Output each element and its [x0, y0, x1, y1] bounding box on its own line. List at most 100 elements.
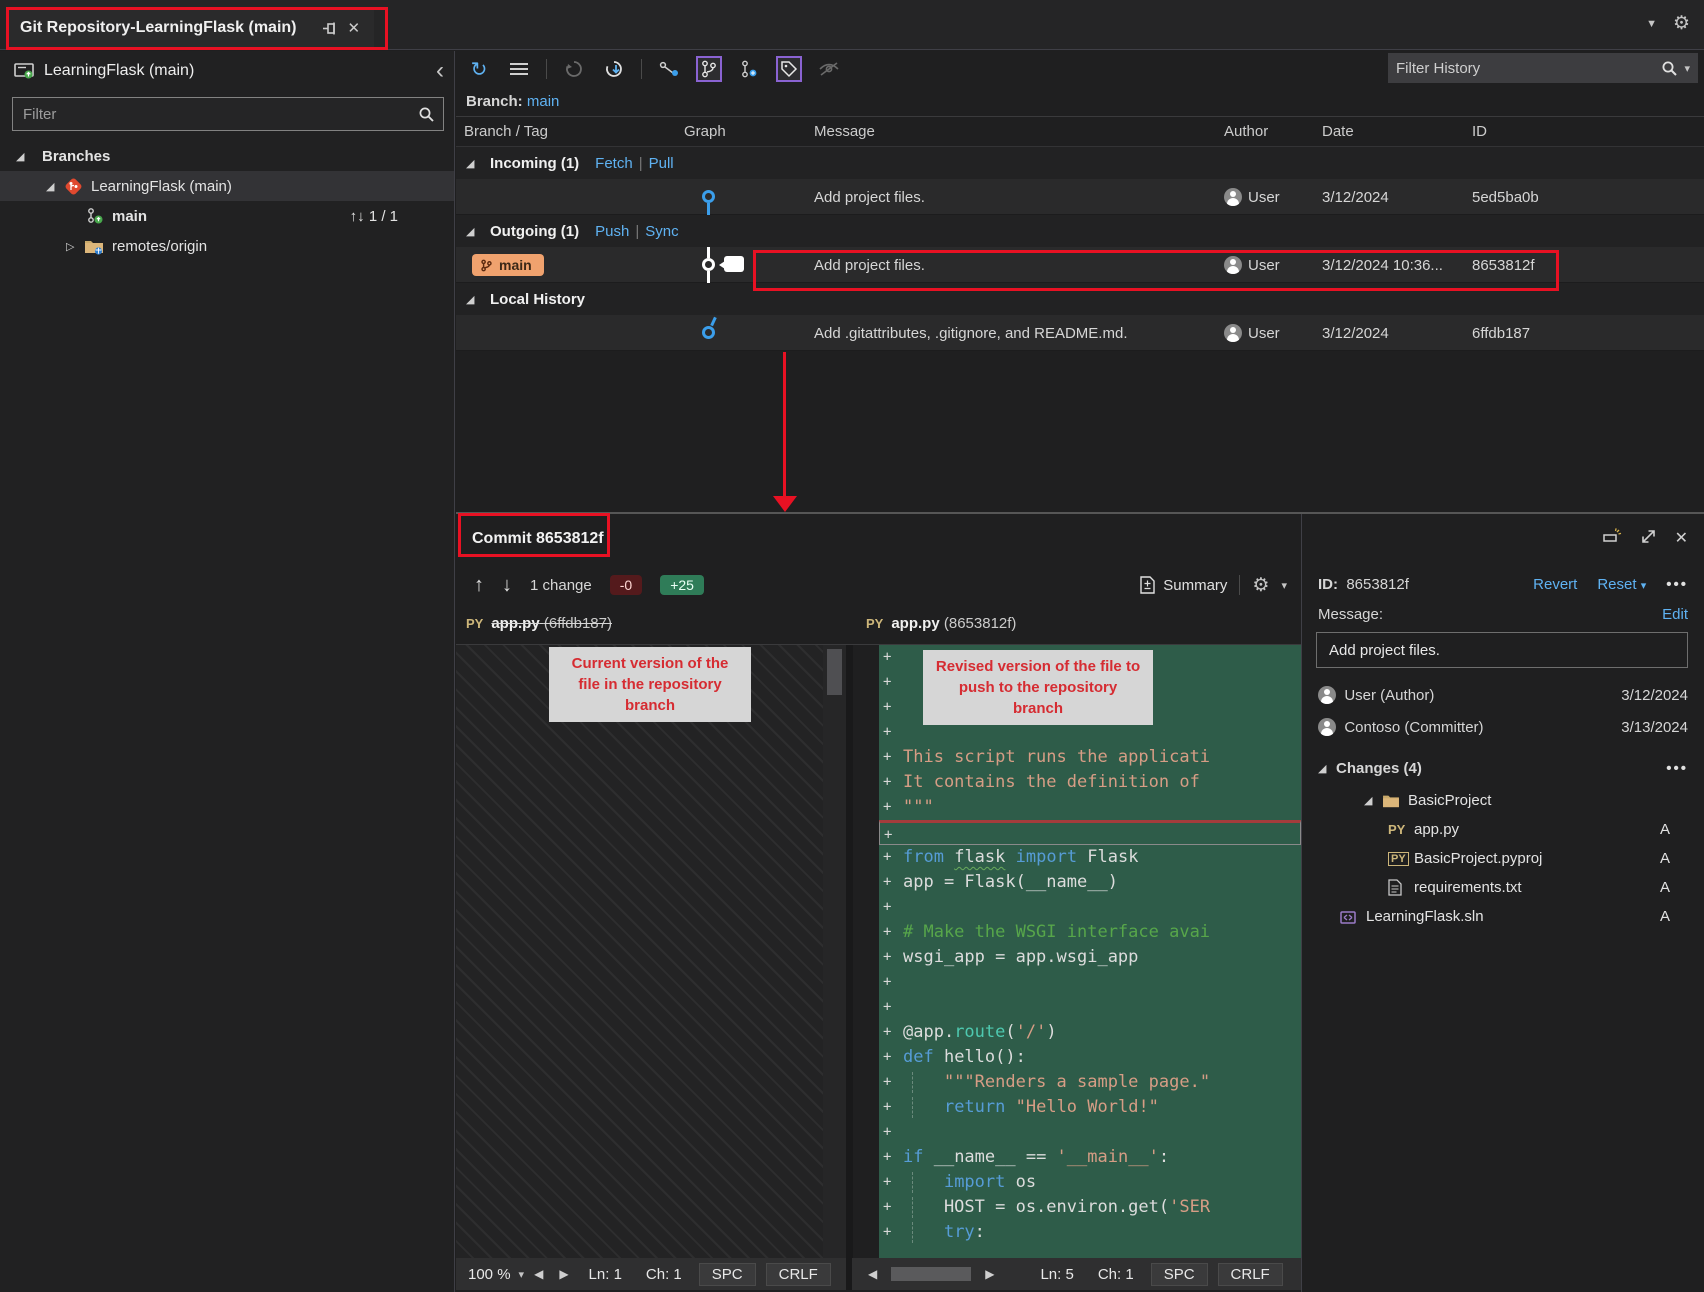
- history-filter-input[interactable]: [1396, 60, 1661, 77]
- more-actions-icon[interactable]: •••: [1666, 576, 1688, 593]
- fetch-icon[interactable]: [561, 56, 587, 82]
- expander-icon[interactable]: ◢: [46, 180, 64, 193]
- scroll-left-icon[interactable]: ◀: [862, 1267, 883, 1281]
- sync-link[interactable]: Sync: [645, 223, 678, 240]
- avatar: [1318, 686, 1336, 704]
- added-line-marker: +: [883, 845, 891, 870]
- code-editor[interactable]: +++++This script runs the applicati+It c…: [879, 645, 1301, 1245]
- reset-link[interactable]: Reset ▾: [1597, 576, 1646, 593]
- gear-icon[interactable]: ⚙: [1673, 12, 1690, 35]
- changed-file-row[interactable]: PYapp.pyA: [1302, 815, 1704, 844]
- zoom-control[interactable]: 100 % ▾: [468, 1266, 524, 1283]
- folder-icon: [1382, 793, 1400, 808]
- graph-cell: [676, 315, 806, 351]
- diff-pane-revised[interactable]: +++++This script runs the applicati+It c…: [853, 645, 1301, 1258]
- changed-file-row[interactable]: LearningFlask.slnA: [1302, 902, 1704, 931]
- expander-icon[interactable]: ◢: [1364, 794, 1382, 807]
- left-pane-scrollbar[interactable]: [823, 645, 846, 1258]
- col-message[interactable]: Message: [806, 123, 1216, 140]
- expander-icon[interactable]: ◢: [466, 225, 484, 238]
- compare-branch-icon[interactable]: [656, 56, 682, 82]
- show-graph-toggle-icon[interactable]: [696, 56, 722, 82]
- expand-panel-icon[interactable]: [1640, 528, 1657, 548]
- col-author[interactable]: Author: [1216, 123, 1314, 140]
- history-rows: ◢Incoming (1)Fetch|PullAdd project files…: [456, 147, 1704, 351]
- sidebar-header: LearningFlask (main) ‹: [0, 51, 454, 91]
- code-line: +: [879, 895, 1301, 920]
- previous-change-icon[interactable]: ↑: [474, 574, 484, 597]
- section-header[interactable]: ◢Incoming (1)Fetch|Pull: [456, 147, 1704, 179]
- refresh-icon[interactable]: ↻: [466, 56, 492, 82]
- expander-icon[interactable]: ▷: [66, 240, 84, 253]
- expander-icon[interactable]: ◢: [466, 157, 484, 170]
- file-name: BasicProject.pyproj: [1414, 850, 1542, 867]
- pull-icon[interactable]: [601, 56, 627, 82]
- diff-toolbar: ↑ ↓ 1 change -0 +25 Summary ⚙ ▾: [456, 564, 1301, 606]
- changes-more-icon[interactable]: •••: [1666, 760, 1688, 777]
- close-icon[interactable]: ✕: [347, 19, 360, 37]
- close-panel-icon[interactable]: ✕: [1675, 528, 1688, 548]
- edit-link[interactable]: Edit: [1662, 606, 1688, 623]
- scroll-right-icon[interactable]: ▶: [553, 1267, 574, 1281]
- col-branch-tag[interactable]: Branch / Tag: [456, 123, 676, 140]
- tree-node-main[interactable]: main ↑↓ 1 / 1: [0, 201, 454, 231]
- branch-badge[interactable]: main: [472, 254, 544, 276]
- changes-header[interactable]: ◢ Changes (4) •••: [1318, 760, 1688, 777]
- pull-link[interactable]: Pull: [649, 155, 674, 172]
- next-change-icon[interactable]: ↓: [502, 574, 512, 597]
- merge-commits-icon[interactable]: [736, 56, 762, 82]
- tree-node-remotes[interactable]: ▷ remotes/origin: [0, 231, 454, 261]
- expander-icon[interactable]: ◢: [1318, 762, 1336, 775]
- revert-link[interactable]: Revert: [1533, 576, 1577, 593]
- col-graph[interactable]: Graph: [676, 123, 806, 140]
- collapse-panel-icon[interactable]: ‹: [436, 61, 444, 81]
- changed-file-row[interactable]: requirements.txtA: [1302, 873, 1704, 902]
- eol-toggle[interactable]: CRLF: [1218, 1263, 1283, 1286]
- tree-node-repo[interactable]: ◢ LearningFlask (main): [0, 171, 454, 201]
- diff-settings-dropdown-icon[interactable]: ▾: [1281, 579, 1287, 592]
- diff-pane-original[interactable]: [456, 645, 823, 1258]
- code-line: + HOST = os.environ.get('SER: [879, 1195, 1301, 1220]
- commit-row[interactable]: mainAdd project files.User3/12/2024 10:3…: [456, 247, 1704, 283]
- commit-message-box[interactable]: Add project files.: [1316, 632, 1688, 668]
- added-line-marker: +: [883, 795, 891, 820]
- push-link[interactable]: Push: [595, 223, 629, 240]
- spaces-toggle[interactable]: SPC: [1151, 1263, 1208, 1286]
- section-header[interactable]: ◢Local History: [456, 283, 1704, 315]
- tab-git-repository[interactable]: Git Repository-LearningFlask (main) ✕: [6, 8, 374, 48]
- horizontal-scrollbar-thumb[interactable]: [891, 1267, 971, 1281]
- expander-icon[interactable]: ◢: [466, 293, 484, 306]
- added-line-marker: +: [883, 1095, 891, 1120]
- col-date[interactable]: Date: [1314, 123, 1464, 140]
- dock-panel-icon[interactable]: [1602, 528, 1622, 548]
- show-tags-toggle-icon[interactable]: [776, 56, 802, 82]
- search-icon[interactable]: [1661, 60, 1678, 77]
- col-id[interactable]: ID: [1464, 123, 1576, 140]
- section-header[interactable]: ◢Outgoing (1)Push|Sync: [456, 215, 1704, 247]
- filter-dropdown-icon[interactable]: ▾: [1684, 62, 1690, 75]
- scroll-right-icon[interactable]: ▶: [979, 1267, 1000, 1281]
- branch-value-link[interactable]: main: [527, 93, 560, 110]
- changed-file-row[interactable]: ◢BasicProject: [1302, 786, 1704, 815]
- scroll-left-icon[interactable]: ◀: [528, 1267, 549, 1281]
- tree-node-branches[interactable]: ◢ Branches: [0, 141, 454, 171]
- branch-icon: [480, 259, 493, 272]
- file-name: LearningFlask.sln: [1366, 908, 1484, 925]
- commit-row[interactable]: Add .gitattributes, .gitignore, and READ…: [456, 315, 1704, 351]
- pin-icon[interactable]: [322, 21, 337, 36]
- fetch-link[interactable]: Fetch: [595, 155, 633, 172]
- diff-settings-gear-icon[interactable]: ⚙: [1252, 574, 1269, 597]
- changed-file-row[interactable]: PYBasicProject.pyprojA: [1302, 844, 1704, 873]
- scrollbar-thumb[interactable]: [827, 649, 842, 695]
- list-view-icon[interactable]: [506, 56, 532, 82]
- commit-row[interactable]: Add project files.User3/12/20245ed5ba0b: [456, 179, 1704, 215]
- summary-button[interactable]: Summary: [1140, 576, 1227, 594]
- chevron-down-icon[interactable]: ▼: [1646, 18, 1657, 30]
- hide-merges-icon[interactable]: [816, 56, 842, 82]
- expander-icon[interactable]: ◢: [16, 150, 34, 163]
- branch-filter-input[interactable]: [13, 106, 418, 123]
- spaces-toggle[interactable]: SPC: [699, 1263, 756, 1286]
- history-filter[interactable]: ▾: [1388, 53, 1698, 83]
- eol-toggle[interactable]: CRLF: [766, 1263, 831, 1286]
- branch-filter[interactable]: [12, 97, 444, 131]
